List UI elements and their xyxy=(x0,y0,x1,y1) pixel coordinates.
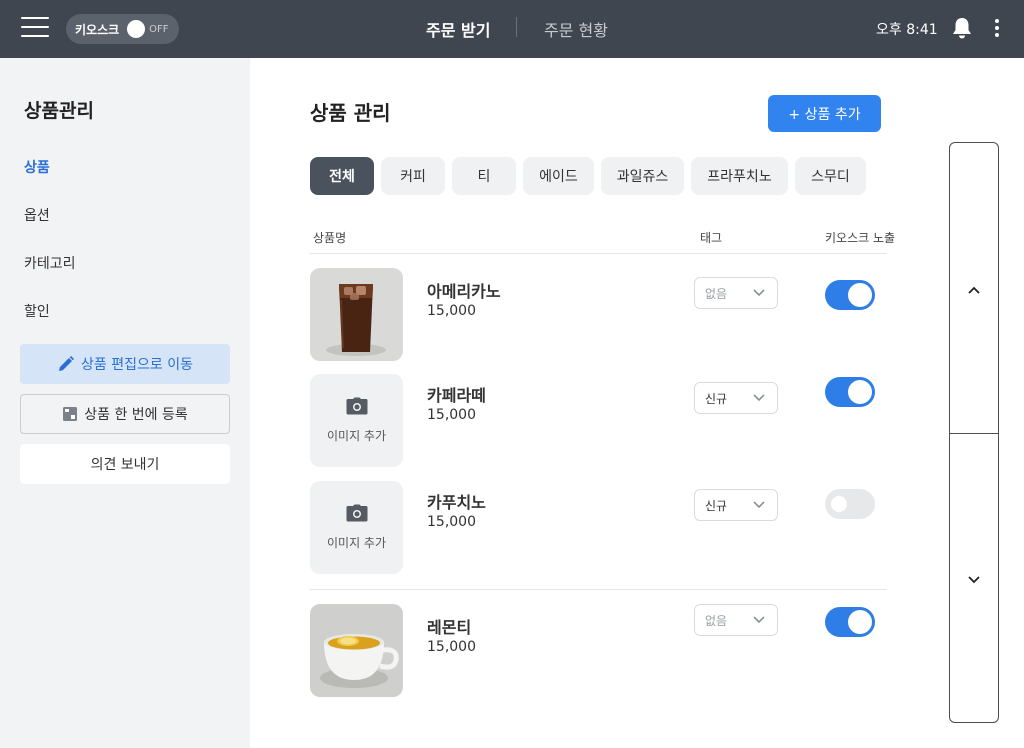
category-chip-all[interactable]: 전체 xyxy=(310,157,374,195)
kiosk-visibility-switch[interactable] xyxy=(825,377,875,407)
tag-select[interactable]: 신규 xyxy=(694,382,778,414)
product-image-americano[interactable] xyxy=(310,268,403,361)
switch-knob xyxy=(848,283,872,307)
kiosk-mode-toggle[interactable]: 키오스크 OFF xyxy=(66,14,179,44)
chevron-down-icon xyxy=(753,394,765,402)
tab-divider xyxy=(516,17,517,37)
product-image-lemon-tea[interactable] xyxy=(310,604,403,697)
kiosk-toggle-knob xyxy=(127,20,146,38)
add-image-label: 이미지 추가 xyxy=(326,429,386,443)
row-divider xyxy=(310,589,887,590)
switch-knob xyxy=(848,380,872,404)
product-name: 카푸치노 xyxy=(427,493,486,512)
tag-select-value: 없음 xyxy=(705,613,728,628)
switch-knob xyxy=(831,496,847,512)
scroll-down-button[interactable] xyxy=(950,434,998,722)
tag-select[interactable]: 없음 xyxy=(694,604,778,636)
sidebar-title: 상품관리 xyxy=(24,100,94,122)
column-header-tag: 태그 xyxy=(700,231,723,245)
product-name: 카페라떼 xyxy=(427,386,486,405)
add-image-button[interactable]: 이미지 추가 xyxy=(310,481,403,574)
camera-icon xyxy=(346,504,368,526)
chevron-down-icon xyxy=(753,616,765,624)
sidebar-item-products[interactable]: 상품 xyxy=(24,157,50,177)
scroll-up-button[interactable] xyxy=(950,143,998,433)
column-header-name: 상품명 xyxy=(313,231,347,245)
column-header-kiosk: 키오스크 노출 xyxy=(825,231,896,245)
add-product-button[interactable]: + 상품 추가 xyxy=(768,95,881,132)
send-feedback-label: 의견 보내기 xyxy=(90,457,160,473)
chevron-down-icon xyxy=(968,569,980,588)
chevron-down-icon xyxy=(753,501,765,509)
tab-take-order[interactable]: 주문 받기 xyxy=(426,17,490,41)
tag-select-value: 신규 xyxy=(705,498,728,513)
top-bar: 키오스크 OFF 주문 받기 주문 현황 오후 8:41 xyxy=(0,0,1024,58)
category-chip-smoothie[interactable]: 스무디 xyxy=(795,157,866,195)
pencil-icon xyxy=(57,355,75,373)
category-chip-fruit-juice[interactable]: 과일쥬스 xyxy=(601,157,684,195)
spreadsheet-icon xyxy=(62,406,78,422)
tag-select-value: 신규 xyxy=(705,391,728,406)
page-title: 상품 관리 xyxy=(310,101,391,125)
add-image-button[interactable]: 이미지 추가 xyxy=(310,374,403,467)
product-name: 아메리카노 xyxy=(427,282,501,301)
sidebar-item-discounts[interactable]: 할인 xyxy=(24,301,50,321)
category-chip-frappuccino[interactable]: 프라푸치노 xyxy=(691,157,788,195)
clock: 오후 8:41 xyxy=(876,22,938,38)
bulk-register-button[interactable]: 상품 한 번에 등록 xyxy=(20,394,230,434)
go-to-product-edit-button[interactable]: 상품 편집으로 이동 xyxy=(20,344,230,384)
product-price: 15,000 xyxy=(427,514,476,530)
kiosk-visibility-switch[interactable] xyxy=(825,489,875,519)
sidebar: 상품관리 상품 옵션 카테고리 할인 상품 편집으로 이동 상품 한 번에 등록… xyxy=(0,58,250,748)
send-feedback-button[interactable]: 의견 보내기 xyxy=(20,444,230,484)
kiosk-visibility-switch[interactable] xyxy=(825,607,875,637)
kiosk-toggle-label: 키오스크 xyxy=(75,22,120,37)
menu-icon[interactable] xyxy=(21,17,49,39)
product-price: 15,000 xyxy=(427,639,476,655)
switch-knob xyxy=(848,610,872,634)
more-vertical-icon[interactable] xyxy=(994,19,1000,39)
chevron-up-icon xyxy=(968,279,980,298)
sidebar-item-categories[interactable]: 카테고리 xyxy=(24,253,76,273)
product-name: 레몬티 xyxy=(427,618,472,637)
chevron-down-icon xyxy=(753,289,765,297)
kiosk-visibility-switch[interactable] xyxy=(825,280,875,310)
category-chip-tea[interactable]: 티 xyxy=(452,157,516,195)
bell-icon[interactable] xyxy=(951,16,973,40)
go-to-product-edit-label: 상품 편집으로 이동 xyxy=(81,357,193,373)
category-chip-ade[interactable]: 에이드 xyxy=(523,157,594,195)
tag-select-value: 없음 xyxy=(705,286,728,301)
tag-select[interactable]: 없음 xyxy=(694,277,778,309)
sidebar-item-options[interactable]: 옵션 xyxy=(24,205,50,225)
table-header-divider xyxy=(310,253,887,254)
tab-order-status[interactable]: 주문 현황 xyxy=(544,17,608,41)
category-chip-coffee[interactable]: 커피 xyxy=(381,157,445,195)
scroll-control xyxy=(949,142,999,723)
tag-select[interactable]: 신규 xyxy=(694,489,778,521)
camera-icon xyxy=(346,397,368,419)
product-price: 15,000 xyxy=(427,303,476,319)
bulk-register-label: 상품 한 번에 등록 xyxy=(84,407,188,423)
product-price: 15,000 xyxy=(427,407,476,423)
add-image-label: 이미지 추가 xyxy=(326,536,386,550)
kiosk-toggle-state: OFF xyxy=(149,23,169,35)
